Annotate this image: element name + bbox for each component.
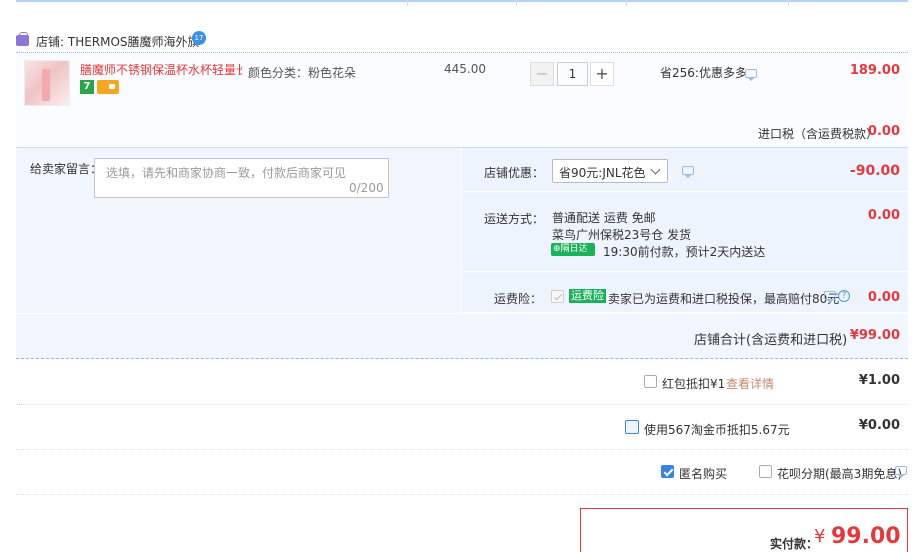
unit-price: 445.00 [444,62,486,76]
seven-day-return-icon: 7 [80,80,94,94]
item-total-price: 189.00 [849,63,900,78]
final-currency: ¥ [814,526,826,547]
clock-icon: ⊕ [553,244,561,254]
row-divider [16,449,908,450]
insurance-text: 卖家已为运费和进口税投保，最高赔付80元 [608,292,840,306]
redpacket-label: 红包抵扣¥1 [662,377,726,391]
shipping-fee: 0.00 [867,208,900,223]
quantity-stepper: − 1 + [530,62,616,86]
redpacket-value: ¥1.00 [858,373,900,388]
row-divider [16,404,908,405]
shop-name[interactable]: 店铺: THERMOS膳魔师海外旗 [36,33,200,50]
next-day-delivery-badge: ⊕隔日达 [551,243,595,256]
shipping-warehouse: 菜鸟广州保税23号仓 发货 [552,228,692,242]
chat-bubble-icon[interactable] [682,166,694,178]
shop-icon [16,32,29,46]
anonymous-checkbox[interactable] [661,465,674,478]
huabei-label: 花呗分期(最高3期免息) [777,467,902,481]
chevron-down-icon [650,164,661,175]
product-variant: 颜色分类：粉色花朵 [248,66,357,80]
anonymous-label: 匿名购买 [679,467,728,481]
insurance-value: 0.00 [867,290,900,305]
quantity-increase-button[interactable]: + [590,62,614,86]
card-payment-icon [97,80,119,94]
next-day-delivery-text: 隔日达 [560,244,588,254]
final-payment-value: 99.00 [831,524,901,549]
redpacket-checkbox[interactable] [644,375,657,388]
quantity-decrease-button[interactable]: − [530,62,554,86]
seller-message-placeholder: 选填，请先和商家协商一致，付款后商家可见 [106,166,347,180]
shipping-label: 运送方式： [484,212,545,226]
coins-value: ¥0.00 [858,418,900,433]
product-title-link[interactable]: 膳魔师不锈钢保温杯水杯轻量长... [80,61,242,78]
header-divider [16,0,908,6]
insurance-checkbox [551,290,564,303]
row-divider [16,494,908,495]
product-thumbnail[interactable] [24,60,70,106]
shop-discount-select[interactable]: 省90元:JNL花色 [552,159,668,183]
shop-subtotal-value: ¥99.00 [849,328,900,343]
seller-message-counter: 0/200 [349,181,384,195]
coins-checkbox[interactable] [625,420,639,434]
import-tax-label: 进口税（含运费税款） [758,127,879,141]
quantity-input[interactable]: 1 [557,62,588,86]
delivery-eta: 19:30前付款，预计2天内送达 [603,245,766,259]
shop-discount-label: 店铺优惠： [484,166,545,180]
chat-bubble-icon[interactable] [824,291,836,303]
help-icon[interactable]: ? [838,290,850,302]
seller-message-label: 给卖家留言： [30,162,103,176]
shipping-method: 普通配送 运费 免邮 [552,211,656,225]
shop-discount-selected: 省90元:JNL花色 [559,166,646,180]
shop-subtotal-label: 店铺合计(含运费和进口税) [694,333,848,348]
insurance-badge: 运费险 [569,289,606,303]
huabei-checkbox[interactable] [759,465,772,478]
import-tax-value: 0.00 [867,124,900,139]
redpacket-details-link[interactable]: 查看详情 [726,375,774,392]
panel-divider [461,148,462,313]
coins-label: 使用567淘金币抵扣5.67元 [644,423,790,437]
insurance-label: 运费险： [494,292,543,306]
final-payment-label: 实付款： [770,537,819,551]
chat-bubble-icon[interactable] [745,69,757,81]
chat-bubble-icon[interactable] [895,466,907,478]
shop-discount-value: -90.00 [849,163,900,179]
shop-level-badge-icon: 17 [192,31,206,45]
item-promotion: 省256:优惠多多 [660,66,747,80]
